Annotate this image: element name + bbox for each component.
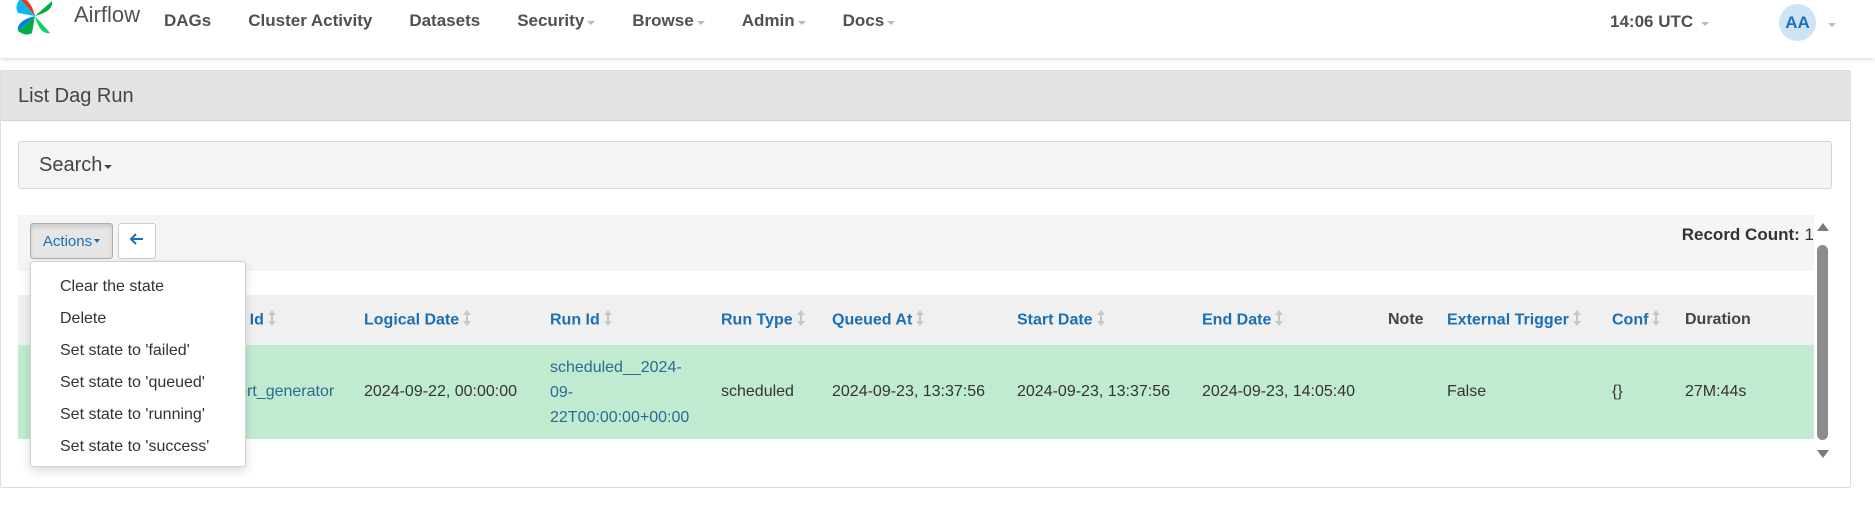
cell-start-date: 2024-09-23, 13:37:56: [1017, 383, 1171, 400]
menu-item-set-running[interactable]: Set state to 'running': [31, 399, 245, 431]
caret-down-icon: [104, 165, 113, 169]
nav-docs-label: Docs: [842, 11, 885, 30]
column-header-label: Run Id: [550, 311, 600, 329]
run-id-line: 22T00:00:00+00:00: [550, 408, 690, 426]
brand-logo-link[interactable]: Airflow: [12, 0, 140, 40]
brand-name: Airflow: [74, 2, 141, 27]
back-button[interactable]: [118, 223, 156, 259]
sort-icon[interactable]: [1652, 309, 1661, 331]
table-header-row: Dag Id Logical Date Run Id Run Type Queu…: [18, 295, 1814, 345]
column-header-label: Note: [1388, 311, 1424, 328]
caret-down-icon: [887, 20, 896, 25]
table-row: report_generator 2024-09-22, 00:00:00 sc…: [18, 345, 1814, 439]
column-header-duration: Duration: [1678, 295, 1814, 345]
user-menu-caret-icon[interactable]: [1828, 23, 1836, 27]
actions-label: Actions: [42, 232, 93, 250]
search-toggle[interactable]: Search: [18, 141, 1832, 189]
caret-down-icon: [587, 20, 596, 25]
column-header-run-id[interactable]: Run Id: [543, 295, 714, 345]
column-header-run-type[interactable]: Run Type: [714, 295, 825, 345]
actions-dropdown-menu: Clear the state Delete Set state to 'fai…: [30, 261, 246, 467]
main-nav: DAGs Cluster Activity Datasets Security …: [164, 0, 932, 42]
nav-admin-dropdown[interactable]: Admin: [742, 11, 806, 31]
column-header-label: Duration: [1685, 311, 1751, 328]
sort-icon[interactable]: [1275, 309, 1284, 331]
actions-dropdown-button[interactable]: Actions: [30, 223, 113, 259]
sort-icon[interactable]: [463, 309, 472, 331]
record-count-value: 1: [1804, 225, 1814, 244]
sort-icon[interactable]: [603, 309, 612, 331]
column-header-queued-at[interactable]: Queued At: [825, 295, 1010, 345]
dag-run-table: Dag Id Logical Date Run Id Run Type Queu…: [18, 295, 1814, 439]
column-header-start-date[interactable]: Start Date: [1010, 295, 1195, 345]
sort-icon[interactable]: [267, 309, 276, 331]
scroll-up-arrow-icon[interactable]: [1817, 223, 1829, 231]
nav-datasets-label: Datasets: [409, 11, 481, 30]
nav-browse-label: Browse: [632, 11, 694, 30]
cell-note: [1381, 345, 1440, 439]
search-label: Search: [39, 154, 103, 176]
sort-icon[interactable]: [916, 309, 925, 331]
caret-down-icon: [797, 20, 806, 25]
cell-conf: {}: [1612, 383, 1623, 400]
nav-cluster-activity[interactable]: Cluster Activity: [248, 11, 372, 31]
airflow-pinwheel-icon: [12, 0, 58, 44]
sort-icon[interactable]: [1572, 309, 1581, 331]
column-header-logical-date[interactable]: Logical Date: [357, 295, 543, 345]
menu-item-set-failed[interactable]: Set state to 'failed': [31, 335, 245, 367]
sort-icon[interactable]: [1096, 309, 1105, 331]
menu-item-delete[interactable]: Delete: [31, 303, 245, 335]
nav-dags[interactable]: DAGs: [164, 11, 211, 31]
vertical-scrollbar-thumb[interactable]: [1817, 245, 1828, 440]
caret-down-icon: [696, 20, 705, 25]
nav-datasets[interactable]: Datasets: [409, 11, 480, 31]
column-header-label: Queued At: [832, 311, 913, 329]
menu-item-set-success[interactable]: Set state to 'success': [31, 431, 245, 463]
column-header-label: Run Type: [721, 311, 793, 329]
list-toolbar: Actions Record Count: 1: [18, 215, 1814, 271]
nav-security-label: Security: [517, 11, 585, 30]
top-navbar: Airflow DAGs Cluster Activity Datasets S…: [0, 0, 1875, 58]
record-count-label: Record Count:: [1681, 225, 1800, 244]
caret-down-icon: [1701, 21, 1710, 26]
cell-run-type: scheduled: [721, 383, 794, 400]
column-header-note: Note: [1381, 295, 1440, 345]
column-header-label: End Date: [1202, 311, 1272, 329]
clock-label: 14:06 UTC: [1610, 12, 1694, 31]
cell-logical-date: 2024-09-22, 00:00:00: [364, 383, 518, 400]
menu-item-set-queued[interactable]: Set state to 'queued': [31, 367, 245, 399]
cell-end-date: 2024-09-23, 14:05:40: [1202, 383, 1356, 400]
scroll-down-arrow-icon[interactable]: [1817, 450, 1829, 458]
arrow-left-icon: [129, 232, 144, 250]
column-header-end-date[interactable]: End Date: [1195, 295, 1381, 345]
sort-icon[interactable]: [796, 309, 805, 331]
column-header-conf[interactable]: Conf: [1605, 295, 1678, 345]
cell-duration: 27M:44s: [1685, 383, 1747, 400]
cell-run-id-link[interactable]: scheduled__2024- 09- 22T00:00:00+00:00: [543, 345, 714, 439]
column-header-label: External Trigger: [1447, 311, 1569, 329]
user-avatar[interactable]: AA: [1779, 4, 1816, 41]
nav-browse-dropdown[interactable]: Browse: [632, 11, 705, 31]
caret-down-icon: [94, 239, 101, 243]
page-title: List Dag Run: [1, 71, 1850, 121]
column-header-label: Logical Date: [364, 311, 460, 329]
nav-security-dropdown[interactable]: Security: [517, 11, 596, 31]
nav-cluster-activity-label: Cluster Activity: [248, 11, 373, 30]
nav-dags-label: DAGs: [164, 11, 212, 30]
column-header-label: Start Date: [1017, 311, 1093, 329]
column-header-external-trigger[interactable]: External Trigger: [1440, 295, 1605, 345]
menu-item-clear-state[interactable]: Clear the state: [31, 271, 245, 303]
list-panel: List Dag Run Search Actions Record Count…: [0, 70, 1851, 488]
avatar-initials: AA: [1785, 12, 1810, 32]
run-id-line: scheduled__2024-: [550, 358, 682, 376]
record-count: Record Count: 1: [1682, 225, 1814, 245]
run-id-line: 09-: [550, 383, 574, 401]
column-header-label: Conf: [1612, 311, 1649, 329]
nav-admin-label: Admin: [741, 11, 795, 30]
cell-external-trigger: False: [1447, 383, 1487, 400]
nav-docs-dropdown[interactable]: Docs: [843, 11, 896, 31]
cell-queued-at: 2024-09-23, 13:37:56: [832, 383, 986, 400]
clock-timezone-dropdown[interactable]: 14:06 UTC: [1610, 12, 1710, 32]
